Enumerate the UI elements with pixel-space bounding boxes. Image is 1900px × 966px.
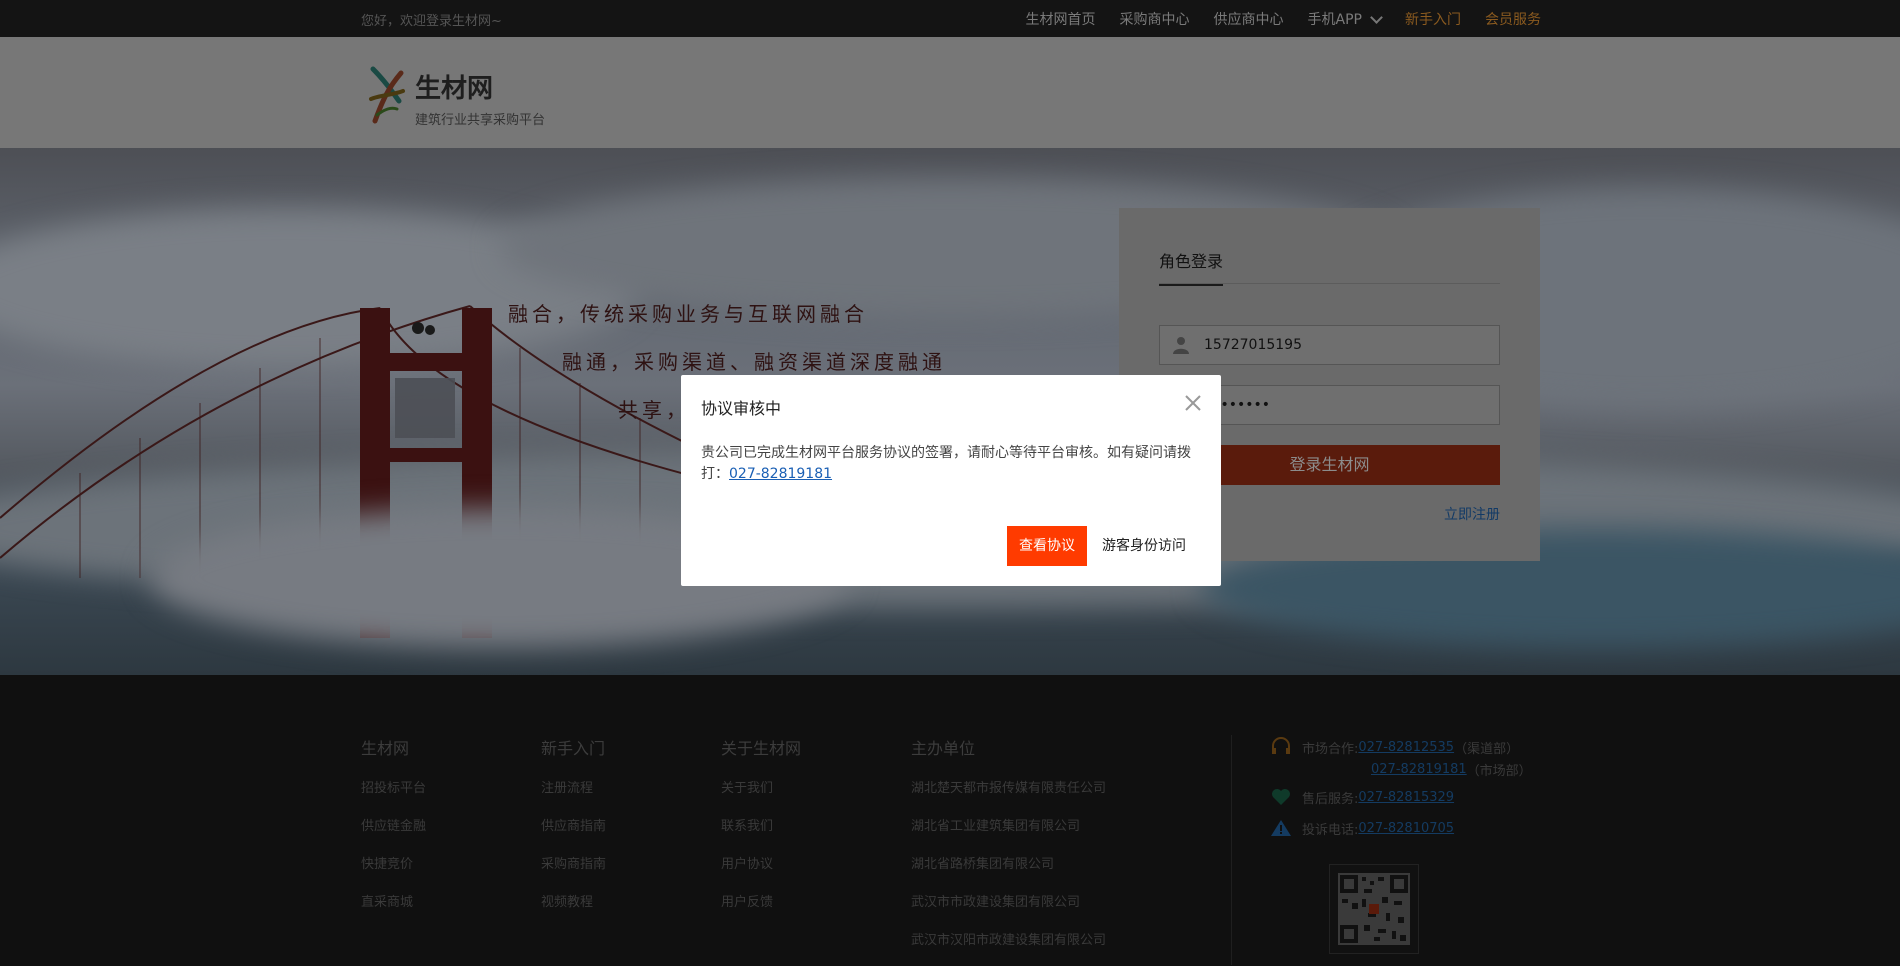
footer-link[interactable]: 湖北省工业建筑集团有限公司 <box>911 815 1106 834</box>
market-label: 市场合作: <box>1302 741 1359 757</box>
footer-link[interactable]: 武汉市市政建设集团有限公司 <box>911 891 1106 910</box>
footer-link[interactable]: 湖北楚天都市报传媒有限责任公司 <box>911 777 1106 796</box>
hero-slogan-2: 融通，采购渠道、融资渠道深度融通 <box>562 350 946 374</box>
user-icon <box>1173 337 1189 354</box>
warning-icon <box>1271 820 1291 836</box>
site-footer: 生材网 招投标平台 供应链金融 快捷竞价 直采商城 新手入门 注册流程 供应商指… <box>0 675 1900 966</box>
market-phone-2[interactable]: 027-82819181 <box>1371 762 1467 777</box>
footer-link[interactable]: 供应商指南 <box>541 815 606 834</box>
top-bar: 您好，欢迎登录生材网~ 生材网首页 采购商中心 供应商中心 手机APP 新手入门… <box>0 0 1900 37</box>
logo-icon <box>367 65 407 125</box>
dialog-title: 协议审核中 <box>701 399 782 418</box>
footer-column-shengcai: 生材网 招投标平台 供应链金融 快捷竞价 直采商城 <box>361 735 426 929</box>
footer-heading: 新手入门 <box>541 739 606 758</box>
tab-role-login[interactable]: 角色登录 <box>1159 248 1224 286</box>
complaint-phone[interactable]: 027-82810705 <box>1358 821 1454 836</box>
contact-complaint: 投诉电话: 027-82810705 <box>1270 818 1454 838</box>
welcome-text: 您好，欢迎登录生材网~ <box>361 14 502 29</box>
close-icon[interactable] <box>1183 393 1203 413</box>
chevron-down-icon <box>1370 10 1383 24</box>
footer-link[interactable]: 关于我们 <box>721 777 801 796</box>
footer-column-organizers: 主办单位 湖北楚天都市报传媒有限责任公司 湖北省工业建筑集团有限公司 湖北省路桥… <box>911 735 1106 966</box>
nav-beginner-link[interactable]: 新手入门 <box>1405 9 1461 29</box>
nav-buyer-center-link[interactable]: 采购商中心 <box>1120 9 1190 29</box>
view-agreement-button[interactable]: 查看协议 <box>1007 526 1087 566</box>
nav-home-link[interactable]: 生材网首页 <box>1026 9 1096 29</box>
contact-service: 售后服务: 027-82815329 <box>1270 787 1454 807</box>
top-nav: 生材网首页 采购商中心 供应商中心 手机APP 新手入门 会员服务 <box>1026 9 1541 29</box>
phone-input-value: 15727015195 <box>1204 337 1302 353</box>
service-label: 售后服务: <box>1302 791 1359 807</box>
service-phone[interactable]: 027-82815329 <box>1358 790 1454 805</box>
footer-link[interactable]: 湖北省路桥集团有限公司 <box>911 853 1106 872</box>
site-header: 生材网 建筑行业共享采购平台 <box>0 37 1900 148</box>
footer-heading: 关于生材网 <box>721 739 802 758</box>
dialog-phone-link[interactable]: 027-82819181 <box>729 466 832 482</box>
footer-column-about: 关于生材网 关于我们 联系我们 用户协议 用户反馈 <box>721 735 801 929</box>
footer-divider <box>1231 735 1232 965</box>
hero-slogan-1: 融合，传统采购业务与互联网融合 <box>508 302 868 326</box>
nav-mobile-app-label: 手机APP <box>1307 12 1362 28</box>
contact-market: 市场合作: 027-82812535 （渠道部） <box>1270 737 1519 757</box>
nav-member-service-link[interactable]: 会员服务 <box>1485 9 1541 29</box>
logo-text: 生材网 建筑行业共享采购平台 <box>415 65 545 128</box>
logo-subtitle: 建筑行业共享采购平台 <box>415 113 546 128</box>
footer-link[interactable]: 采购商指南 <box>541 853 606 872</box>
phone-input[interactable]: 15727015195 <box>1159 325 1500 365</box>
market-phone-1[interactable]: 027-82812535 <box>1358 740 1454 755</box>
complaint-label: 投诉电话: <box>1302 822 1359 838</box>
nav-mobile-app-link[interactable]: 手机APP <box>1307 9 1383 29</box>
footer-link[interactable]: 招投标平台 <box>361 777 426 796</box>
market-note-1: （渠道部） <box>1454 741 1520 757</box>
footer-link[interactable]: 武汉市汉阳市政建设集团有限公司 <box>911 929 1106 948</box>
footer-link[interactable]: 用户反馈 <box>721 891 801 910</box>
logo-title: 生材网 <box>415 74 494 104</box>
qr-code-image <box>1329 864 1419 954</box>
footer-link[interactable]: 联系我们 <box>721 815 801 834</box>
footer-link[interactable]: 直采商城 <box>361 891 426 910</box>
footer-heading: 生材网 <box>361 739 410 758</box>
headset-icon <box>1272 737 1290 754</box>
footer-link[interactable]: 供应链金融 <box>361 815 426 834</box>
contact-market-2: 027-82819181 （市场部） <box>1371 760 1532 779</box>
agreement-review-dialog: 协议审核中 贵公司已完成生材网平台服务协议的签署，请耐心等待平台审核。如有疑问请… <box>681 375 1221 586</box>
site-logo[interactable]: 生材网 建筑行业共享采购平台 <box>367 65 545 128</box>
footer-link[interactable]: 视频教程 <box>541 891 606 910</box>
login-divider <box>1159 283 1500 284</box>
guest-access-button[interactable]: 游客身份访问 <box>1102 526 1186 566</box>
dialog-message: 贵公司已完成生材网平台服务协议的签署，请耐心等待平台审核。如有疑问请拨打：027… <box>701 443 1201 485</box>
footer-link[interactable]: 快捷竞价 <box>361 853 426 872</box>
footer-heading: 主办单位 <box>911 739 976 758</box>
footer-link[interactable]: 用户协议 <box>721 853 801 872</box>
register-link[interactable]: 立即注册 <box>1444 504 1500 524</box>
footer-column-beginner: 新手入门 注册流程 供应商指南 采购商指南 视频教程 <box>541 735 606 929</box>
footer-link[interactable]: 注册流程 <box>541 777 606 796</box>
market-note-2: （市场部） <box>1466 764 1532 779</box>
heart-handshake-icon <box>1272 789 1290 805</box>
nav-supplier-center-link[interactable]: 供应商中心 <box>1214 9 1284 29</box>
hero-slogan-3: 共享， <box>618 398 690 422</box>
